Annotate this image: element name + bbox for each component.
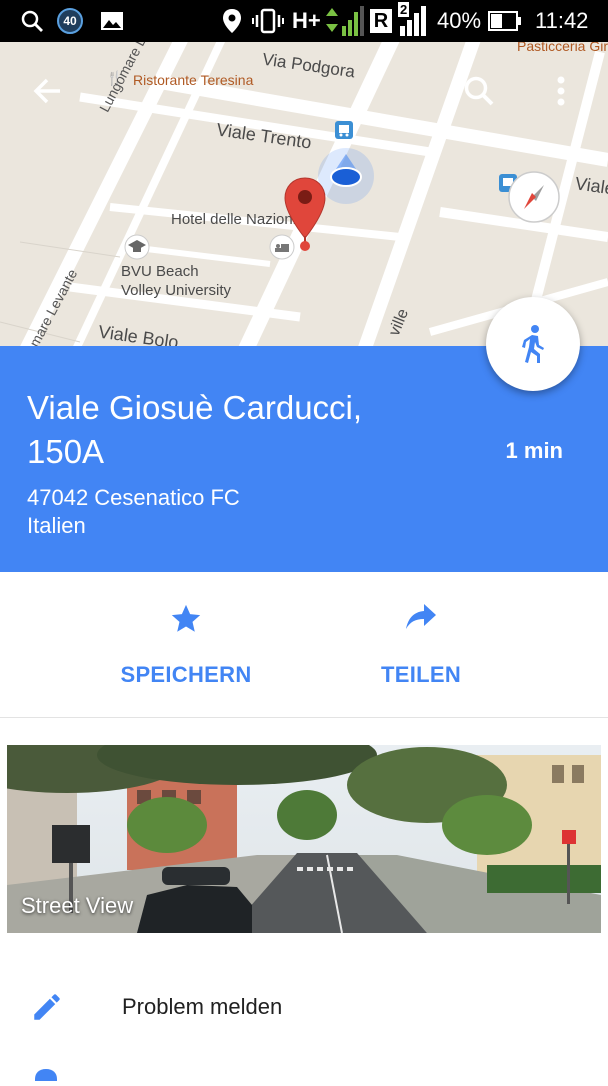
location-icon xyxy=(222,0,242,42)
share-icon xyxy=(406,604,436,629)
street-view-thumbnail[interactable]: Street View xyxy=(7,745,601,933)
school-icon[interactable] xyxy=(124,234,150,265)
street-view-label: Street View xyxy=(21,893,134,918)
roaming-icon: R xyxy=(370,0,392,42)
share-button[interactable]: TEILEN xyxy=(321,572,521,717)
compass-icon[interactable] xyxy=(507,170,561,229)
notification-badge-icon: 40 xyxy=(56,0,84,42)
poi-restaurant-label[interactable]: Ristorante Teresina xyxy=(133,72,253,88)
arrow-back-icon xyxy=(33,78,60,104)
poi-pasticceria-label[interactable]: Pasticceria Giri xyxy=(517,42,608,54)
roaming-indicator: R xyxy=(370,9,392,33)
search-icon xyxy=(464,76,494,106)
clock: 11:42 xyxy=(535,8,589,33)
directions-walking-button[interactable] xyxy=(486,297,580,391)
edit-pencil-icon xyxy=(30,990,64,1029)
status-bar: 40 H+ R 2 40% 11:42 xyxy=(0,0,608,42)
battery-icon xyxy=(488,0,522,42)
poi-bvu-label-line1[interactable]: BVU Beach xyxy=(121,263,199,280)
signal-strength-1-icon xyxy=(322,0,364,42)
walking-icon xyxy=(522,325,544,363)
more-options-button[interactable] xyxy=(531,61,591,121)
signal-strength-2-icon: 2 xyxy=(398,0,430,42)
image-icon xyxy=(100,0,124,42)
map-pin-icon[interactable] xyxy=(282,176,328,261)
report-problem-label: Problem melden xyxy=(122,994,283,1019)
report-problem-row[interactable]: Problem melden xyxy=(0,970,608,1046)
address-line-2: Italien xyxy=(27,513,86,538)
share-label: TEILEN xyxy=(380,662,462,687)
star-icon xyxy=(171,604,201,632)
save-button[interactable]: SPEICHERN xyxy=(86,572,286,717)
address-line-1: 47042 Cesenatico FC xyxy=(27,485,240,510)
place-address: 47042 Cesenatico FC Italien xyxy=(27,484,240,540)
sim-slot-badge: 2 xyxy=(398,2,410,17)
battery-percent: 40% xyxy=(437,8,482,33)
bus-stop-icon[interactable] xyxy=(334,120,354,145)
search-icon xyxy=(20,0,44,42)
save-label: SPEICHERN xyxy=(120,662,252,687)
location-pin-icon xyxy=(31,1068,61,1086)
place-title: Viale Giosuè Carducci, 150A xyxy=(27,389,363,470)
travel-time: 1 min xyxy=(505,438,563,463)
search-button[interactable] xyxy=(449,61,509,121)
network-type: H+ xyxy=(292,8,321,33)
poi-bvu-label-line2[interactable]: Volley University xyxy=(121,282,231,299)
back-button[interactable] xyxy=(17,61,77,121)
more-vert-icon xyxy=(557,76,565,106)
vibrate-icon xyxy=(252,0,284,42)
poi-hotel-label[interactable]: Hotel delle Nazioni xyxy=(171,211,296,228)
notification-badge-count: 40 xyxy=(63,14,77,28)
place-actions: SPEICHERN TEILEN xyxy=(0,572,608,718)
